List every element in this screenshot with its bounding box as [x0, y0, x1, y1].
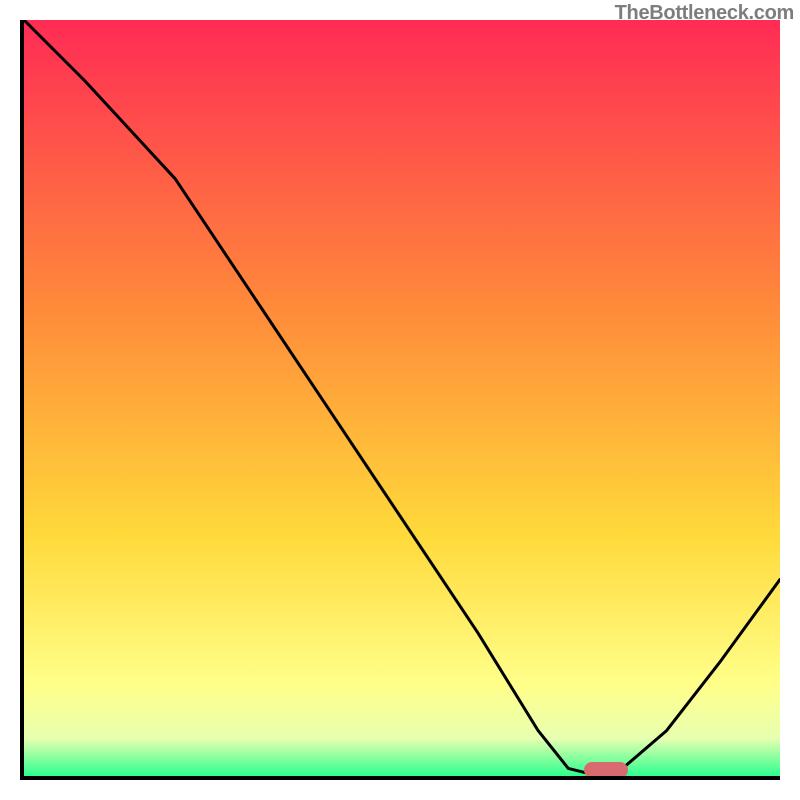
- plot-area: [20, 20, 780, 780]
- bottleneck-curve-line: [24, 20, 780, 776]
- bottleneck-chart: TheBottleneck.com: [0, 0, 800, 800]
- curve-layer: [24, 20, 780, 776]
- optimal-marker: [584, 762, 628, 778]
